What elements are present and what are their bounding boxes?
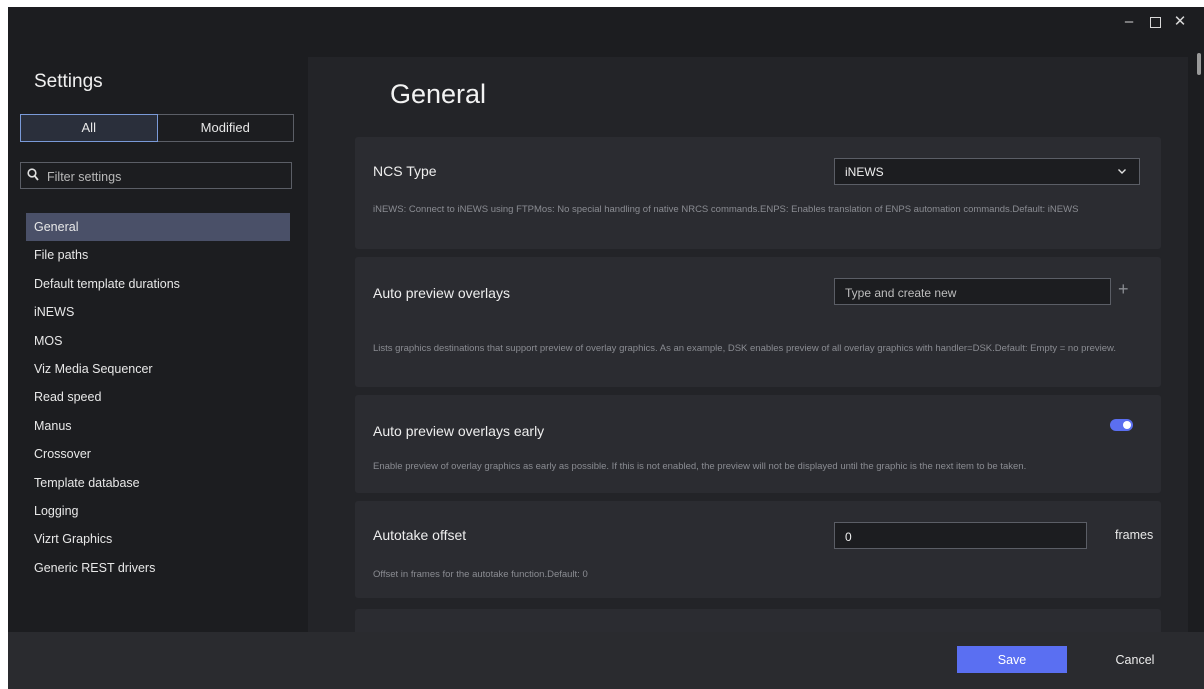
setting-card-auto-preview-overlays-early: Auto preview overlays early Enable previ… xyxy=(355,395,1161,493)
filter-settings-input[interactable] xyxy=(45,166,289,188)
toggle-knob xyxy=(1123,421,1131,429)
minimize-button[interactable]: – xyxy=(1119,13,1139,31)
sidebar-item-vizrt-graphics[interactable]: Vizrt Graphics xyxy=(26,525,290,553)
sidebar-item-general[interactable]: General xyxy=(26,213,290,242)
sidebar: Settings All Modified General File paths… xyxy=(8,37,308,632)
setting-description: Enable preview of overlay graphics as ea… xyxy=(373,461,1027,472)
modified-tab[interactable]: Modified xyxy=(158,115,294,141)
sidebar-item-template-database[interactable]: Template database xyxy=(26,469,290,497)
setting-card-auto-preview-overlays: Auto preview overlays + Lists graphics d… xyxy=(355,257,1161,387)
sidebar-item-logging[interactable]: Logging xyxy=(26,497,290,525)
setting-description: iNEWS: Connect to iNEWS using FTPMos: No… xyxy=(373,204,1079,215)
setting-label: Auto preview overlays early xyxy=(373,423,545,439)
scope-toggle: All Modified xyxy=(20,114,294,142)
sidebar-item-file-paths[interactable]: File paths xyxy=(26,241,290,269)
ncs-type-dropdown[interactable]: iNEWS xyxy=(834,158,1140,185)
maximize-button[interactable] xyxy=(1145,13,1165,31)
setting-card-ncs-type: NCS Type iNEWS iNEWS: Connect to iNEWS u… xyxy=(355,137,1161,249)
all-tab[interactable]: All xyxy=(20,114,158,142)
sidebar-item-default-template-durations[interactable]: Default template durations xyxy=(26,270,290,298)
sidebar-item-viz-media-sequencer[interactable]: Viz Media Sequencer xyxy=(26,355,290,383)
filter-settings-field xyxy=(20,162,292,189)
maximize-icon xyxy=(1149,17,1161,28)
setting-card-next xyxy=(355,609,1161,632)
close-button[interactable]: ✕ xyxy=(1170,13,1190,31)
setting-card-autotake-offset: Autotake offset frames Offset in frames … xyxy=(355,501,1161,598)
sidebar-item-read-speed[interactable]: Read speed xyxy=(26,383,290,411)
type-and-create-input[interactable] xyxy=(843,283,1105,303)
footer-bar: Save Cancel xyxy=(8,632,1204,689)
page-title: General xyxy=(390,79,487,109)
sidebar-item-crossover[interactable]: Crossover xyxy=(26,440,290,468)
dropdown-value: iNEWS xyxy=(845,165,884,179)
auto-preview-overlays-field xyxy=(834,278,1111,305)
autotake-offset-input[interactable] xyxy=(843,527,1081,547)
autotake-offset-field xyxy=(834,522,1087,549)
setting-description: Lists graphics destinations that support… xyxy=(373,343,1116,354)
cancel-button[interactable]: Cancel xyxy=(1093,646,1177,673)
sidebar-item-mos[interactable]: MOS xyxy=(26,327,290,355)
sidebar-item-manus[interactable]: Manus xyxy=(26,412,290,440)
scrollbar-thumb[interactable] xyxy=(1197,53,1201,75)
sidebar-item-generic-rest-drivers[interactable]: Generic REST drivers xyxy=(26,554,290,582)
unit-label: frames xyxy=(1115,528,1154,542)
title-bar: – ✕ xyxy=(8,7,1204,37)
auto-preview-early-toggle[interactable] xyxy=(1110,419,1133,431)
setting-description: Offset in frames for the autotake functi… xyxy=(373,569,588,580)
setting-label: NCS Type xyxy=(373,163,437,179)
setting-label: Auto preview overlays xyxy=(373,285,510,301)
save-button[interactable]: Save xyxy=(957,646,1067,673)
settings-window: – ✕ Settings All Modified General File p… xyxy=(8,7,1204,689)
sidebar-item-inews[interactable]: iNEWS xyxy=(26,298,290,326)
plus-icon[interactable]: + xyxy=(1118,279,1129,300)
settings-content: General NCS Type iNEWS iNEWS: Connect to… xyxy=(308,57,1188,632)
search-icon xyxy=(27,168,39,181)
scrollbar[interactable] xyxy=(1194,43,1204,641)
settings-nav: General File paths Default template dura… xyxy=(26,213,290,582)
setting-label: Autotake offset xyxy=(373,527,467,543)
sidebar-title: Settings xyxy=(34,71,103,92)
chevron-down-icon xyxy=(1118,169,1126,174)
